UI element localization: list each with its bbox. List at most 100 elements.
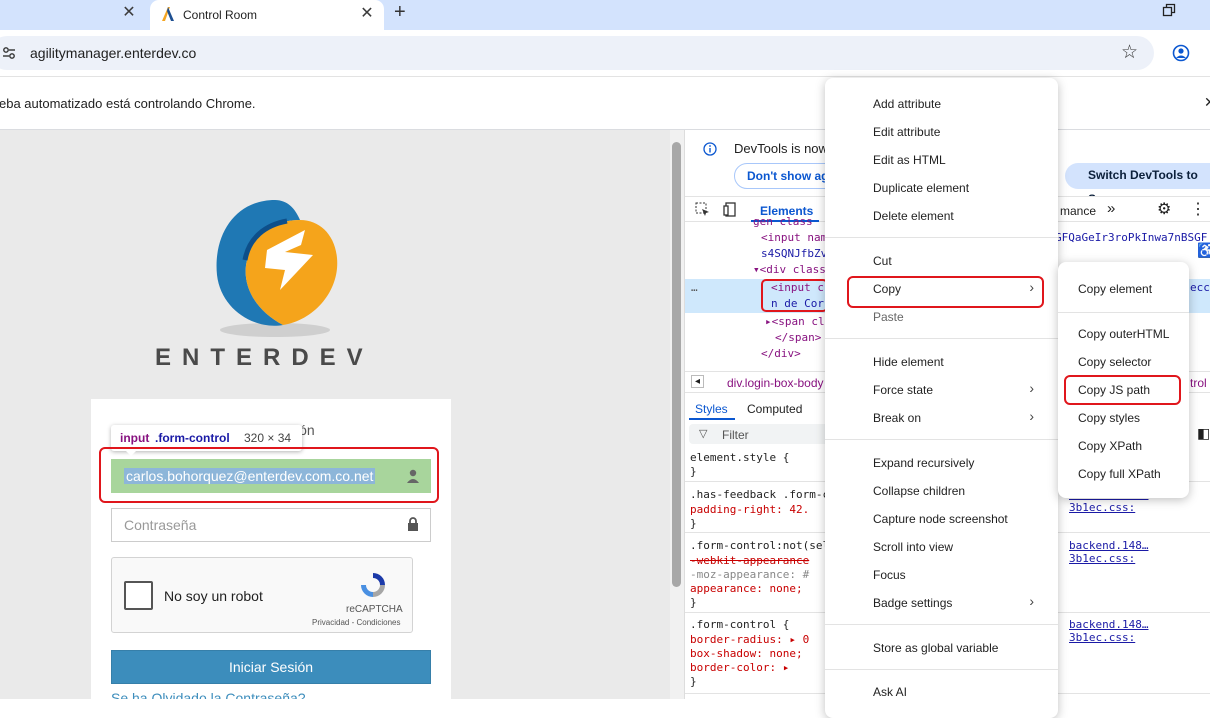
new-tab-icon[interactable]: + [394, 1, 406, 24]
submenu-item-copy-styles[interactable]: Copy styles [1058, 405, 1189, 431]
dom-line[interactable]: gen class [753, 215, 813, 228]
page-scrollbar[interactable] [670, 130, 684, 699]
menu-separator [825, 439, 1058, 440]
css-line: } [690, 675, 697, 688]
filter-icon: ▽ [699, 428, 708, 440]
menu-item-break-on[interactable]: Break on [825, 405, 1058, 431]
settings-gear-icon[interactable]: ⚙ [1157, 199, 1171, 219]
submenu-item-copy-outerhtml[interactable]: Copy outerHTML [1058, 321, 1189, 347]
recaptcha-checkbox[interactable] [124, 581, 153, 610]
dom-line[interactable]: s4SQNJfbZv [761, 247, 827, 260]
break-on-chevron-icon: › [1029, 408, 1034, 424]
css-line[interactable]: .form-control { [690, 618, 789, 631]
styles-filter-input[interactable]: ▽ Filter [689, 424, 829, 444]
menu-separator [825, 237, 1058, 238]
menu-item-store-global-variable[interactable]: Store as global variable [825, 635, 1058, 661]
scrollbar-thumb[interactable] [672, 142, 681, 587]
css-line[interactable]: box-shadow: none; [690, 647, 803, 660]
dom-line[interactable]: ▾<div class [753, 263, 826, 276]
password-field[interactable]: Contraseña [111, 508, 431, 542]
css-line[interactable]: -webkit-appearance [690, 554, 809, 567]
accessibility-icon[interactable]: ♿ [1197, 242, 1210, 259]
tab-styles[interactable]: Styles [695, 402, 728, 416]
node-ellipsis-icon[interactable]: … [691, 281, 698, 294]
bookmark-star-icon[interactable]: ☆ [1121, 41, 1138, 64]
css-source-link[interactable]: backend.148…3b1ec.css: [1069, 618, 1210, 644]
filter-placeholder: Filter [722, 428, 749, 442]
menu-item-expand-recursively[interactable]: Expand recursively [825, 450, 1058, 476]
menu-item-badge-settings[interactable]: Badge settings [825, 590, 1058, 616]
menu-item-edit-attribute[interactable]: Edit attribute [825, 119, 1058, 145]
css-line[interactable]: appearance: none; [690, 582, 803, 595]
menu-item-focus[interactable]: Focus [825, 562, 1058, 588]
context-menu: Add attribute Edit attribute Edit as HTM… [825, 78, 1058, 718]
css-line[interactable]: .has-feedback .form-c [690, 488, 829, 501]
forgot-password-link[interactable]: Se ha Olvidado la Contraseña? [111, 690, 306, 699]
css-source-link[interactable]: backend.148…3b1ec.css: [1069, 539, 1210, 565]
menu-item-capture-node-screenshot[interactable]: Capture node screenshot [825, 506, 1058, 532]
css-line[interactable]: padding-right: 42. [690, 503, 809, 516]
menu-item-collapse-children[interactable]: Collapse children [825, 478, 1058, 504]
submenu-item-copy-full-xpath[interactable]: Copy full XPath [1058, 461, 1189, 487]
css-line[interactable]: border-color: ▸ [690, 661, 789, 674]
lock-icon [408, 517, 418, 531]
menu-item-delete-element[interactable]: Delete element [825, 203, 1058, 229]
breadcrumb-item[interactable]: trol [1190, 376, 1207, 390]
styles-tab-underline [689, 418, 735, 420]
more-tabs-icon[interactable]: » [1107, 200, 1115, 217]
switch-devtools-button[interactable]: Switch DevTools to Spa [1076, 163, 1210, 206]
menu-item-edit-as-html[interactable]: Edit as HTML [825, 147, 1058, 173]
close-tab-icon[interactable]: ✕ [118, 2, 140, 24]
recaptcha-links[interactable]: Privacidad - Condiciones [312, 618, 401, 627]
menu-item-cut[interactable]: Cut [825, 248, 1058, 274]
css-line[interactable]: -moz-appearance: # [690, 568, 809, 581]
tab-strip: ✕ Control Room ✕ + [0, 0, 1210, 30]
dom-line[interactable]: ▸<span cl [765, 315, 825, 328]
dom-line[interactable]: </div> [761, 347, 801, 360]
tooltip-class: .form-control [155, 431, 230, 445]
breadcrumb-item[interactable]: div.login-box-body [727, 376, 824, 390]
node-highlight-box [761, 279, 828, 312]
menu-item-add-attribute[interactable]: Add attribute [825, 91, 1058, 117]
menu-item-force-state[interactable]: Force state [825, 377, 1058, 403]
menu-item-hide-element[interactable]: Hide element [825, 349, 1058, 375]
site-settings-icon[interactable] [2, 46, 16, 60]
profile-icon[interactable] [1172, 44, 1190, 62]
breadcrumb-left-icon[interactable]: ◂ [691, 375, 705, 388]
devtools-banner-text: DevTools is now [734, 141, 828, 156]
menu-item-ask-ai[interactable]: Ask AI [825, 679, 1058, 705]
tab-computed[interactable]: Computed [747, 402, 802, 416]
inspect-element-icon[interactable] [695, 202, 710, 217]
menu-item-scroll-into-view[interactable]: Scroll into view [825, 534, 1058, 560]
dom-line[interactable]: </span> [775, 331, 821, 344]
copy-highlight-box [847, 276, 1044, 308]
submenu-item-copy-selector[interactable]: Copy selector [1058, 349, 1189, 375]
tab-title: Control Room [183, 8, 258, 22]
sidebar-toggle-icon[interactable]: ◧ [1197, 425, 1210, 442]
infobar-text: eba automatizado está controlando Chrome… [0, 96, 256, 111]
dom-line-attr: ecci [1190, 281, 1210, 294]
tab-performance[interactable]: mance [1060, 204, 1096, 218]
info-icon [703, 142, 717, 156]
dom-line[interactable]: <input nam [761, 231, 827, 244]
login-button[interactable]: Iniciar Sesión [111, 650, 431, 684]
tooltip-tag: input [120, 431, 150, 445]
css-line[interactable]: .form-control:not(sel [690, 539, 829, 552]
infobar-close-icon[interactable]: ✕ [1204, 94, 1210, 111]
css-line: } [690, 517, 697, 530]
recaptcha-label: No soy un robot [164, 588, 263, 604]
address-bar[interactable]: agilitymanager.enterdev.co ☆ [0, 36, 1154, 70]
restore-window-icon[interactable] [1162, 3, 1176, 17]
css-line[interactable]: border-radius: ▸ 0 [690, 633, 809, 646]
device-toolbar-icon[interactable] [723, 202, 738, 217]
submenu-item-copy-element[interactable]: Copy element [1058, 276, 1189, 302]
menu-separator [1058, 312, 1189, 313]
url-text[interactable]: agilitymanager.enterdev.co [30, 45, 196, 61]
more-options-icon[interactable]: ⋮ [1190, 199, 1206, 219]
close-tab-icon[interactable]: ✕ [356, 3, 378, 25]
submenu-item-copy-xpath[interactable]: Copy XPath [1058, 433, 1189, 459]
menu-item-duplicate-element[interactable]: Duplicate element [825, 175, 1058, 201]
tab-control-room[interactable]: Control Room ✕ [150, 0, 384, 30]
recaptcha-logo-icon [361, 573, 385, 597]
css-line[interactable]: element.style { [690, 451, 789, 464]
